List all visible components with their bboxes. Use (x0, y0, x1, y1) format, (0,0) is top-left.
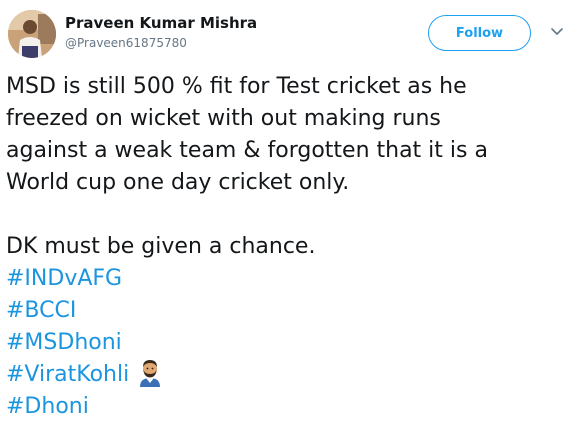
tweet-card: Praveen Kumar Mishra @Praveen61875780 Fo… (0, 0, 583, 439)
hashtag-text[interactable]: #BCCI (6, 298, 76, 323)
follow-button[interactable]: Follow (428, 15, 531, 51)
hashtag-link[interactable]: #BCCI (6, 295, 576, 327)
user-avatar-icon (8, 10, 56, 58)
chevron-down-icon[interactable] (550, 27, 564, 39)
hashtag-text[interactable]: #Dhoni (6, 394, 89, 419)
author-info: Praveen Kumar Mishra @Praveen61875780 (65, 13, 257, 53)
bearded-man-emoji-icon (137, 359, 163, 387)
hashtag-link[interactable]: #Dhoni (6, 391, 576, 423)
tweet-line: World cup one day cricket only. (6, 170, 350, 195)
tweet-line: against a weak team & forgotten that it … (6, 138, 488, 163)
hashtag-link[interactable]: #MSDhoni (6, 327, 576, 359)
hashtag-link[interactable]: #INDvAFG (6, 263, 576, 295)
hashtag-text[interactable]: #ViratKohli (6, 362, 129, 387)
tweet-line: MSD is still 500 % fit for Test cricket … (6, 74, 467, 99)
hashtag-text[interactable]: #INDvAFG (6, 266, 122, 291)
tweet-line: freezed on wicket with out making runs (6, 106, 441, 131)
hashtag-text[interactable]: #MSDhoni (6, 330, 122, 355)
author-display-name[interactable]: Praveen Kumar Mishra (65, 13, 257, 33)
tweet-text: MSD is still 500 % fit for Test cricket … (6, 71, 576, 423)
avatar[interactable] (8, 10, 56, 58)
tweet-line: DK must be given a chance. (6, 234, 316, 259)
author-handle[interactable]: @Praveen61875780 (65, 33, 257, 53)
hashtag-link[interactable]: #ViratKohli (6, 359, 576, 391)
